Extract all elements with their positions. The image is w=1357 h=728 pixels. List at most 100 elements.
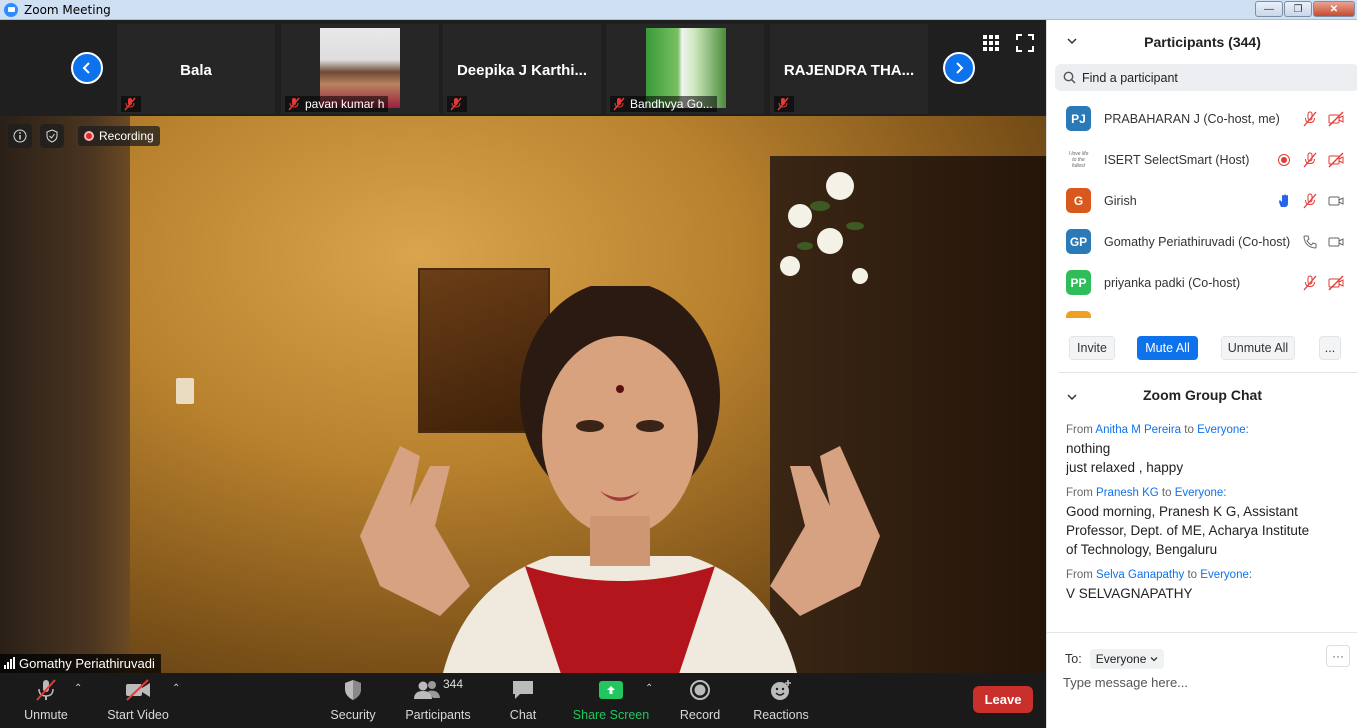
shield-check-icon bbox=[46, 129, 58, 143]
chat-message: From Pranesh KG to Everyone: Good mornin… bbox=[1066, 487, 1346, 559]
from-text: From bbox=[1066, 487, 1093, 499]
from-text: From bbox=[1066, 569, 1093, 581]
security-button[interactable]: Security bbox=[330, 677, 376, 722]
participant-row[interactable] bbox=[1047, 303, 1357, 318]
tile-name: Deepika J Karthi... bbox=[456, 62, 588, 79]
phone-icon bbox=[1303, 235, 1317, 249]
recipient-select[interactable]: Everyone bbox=[1089, 649, 1165, 669]
audio-options-caret-icon[interactable]: ⌃ bbox=[74, 683, 82, 694]
recording-icon bbox=[1278, 153, 1290, 166]
previous-page-button[interactable] bbox=[71, 52, 103, 84]
meeting-info-button[interactable] bbox=[8, 124, 32, 148]
participant-search-input[interactable] bbox=[1082, 70, 1322, 85]
recording-label: Recording bbox=[99, 129, 154, 143]
chat-button[interactable]: Chat bbox=[508, 677, 538, 722]
chat-bubble-icon bbox=[513, 681, 533, 699]
video-tile[interactable]: Deepika J Karthi... bbox=[443, 24, 601, 114]
video-tile[interactable]: Bala bbox=[117, 24, 275, 114]
participants-title: Participants (344) bbox=[1144, 34, 1261, 50]
message-line: of Technology, Bengaluru bbox=[1066, 542, 1218, 557]
mute-all-button[interactable]: Mute All bbox=[1137, 336, 1198, 360]
unmute-button[interactable]: Unmute bbox=[24, 677, 68, 722]
participant-name: priyanka padki (Co-host) bbox=[1104, 275, 1241, 290]
unmute-all-button[interactable]: Unmute All bbox=[1221, 336, 1295, 360]
speaker-person bbox=[360, 286, 880, 673]
participant-row[interactable]: PP priyanka padki (Co-host) bbox=[1047, 262, 1357, 303]
video-camera-icon bbox=[1328, 237, 1344, 246]
video-off-icon bbox=[1328, 152, 1344, 167]
tile-name: RAJENDRA THA... bbox=[783, 62, 915, 79]
avatar: PP bbox=[1066, 270, 1091, 295]
raised-hand-icon bbox=[1279, 194, 1288, 207]
unmute-label: Unmute bbox=[24, 708, 68, 722]
sender-name[interactable]: Anitha M Pereira bbox=[1095, 424, 1181, 436]
reactions-button[interactable]: Reactions bbox=[753, 677, 809, 722]
encryption-shield-button[interactable] bbox=[40, 124, 64, 148]
sender-name[interactable]: Selva Ganapathy bbox=[1096, 569, 1184, 581]
recipient-name[interactable]: Everyone bbox=[1197, 424, 1246, 436]
chat-more-button[interactable]: ··· bbox=[1326, 645, 1350, 667]
active-speaker-video: Recording Gomathy Periathiruvadi bbox=[0, 116, 1046, 673]
participant-status-icons bbox=[1276, 152, 1344, 168]
participant-search[interactable] bbox=[1055, 64, 1357, 91]
avatar-logo: I love life to the fullest bbox=[1066, 147, 1091, 172]
recipient-name[interactable]: Everyone bbox=[1200, 569, 1249, 581]
minimize-button[interactable]: — bbox=[1255, 1, 1283, 17]
video-options-caret-icon[interactable]: ⌃ bbox=[172, 683, 180, 694]
video-tile[interactable]: Bandhvya Go... bbox=[606, 24, 764, 114]
leave-button[interactable]: Leave bbox=[973, 686, 1033, 713]
from-text: From bbox=[1066, 424, 1093, 436]
record-button[interactable]: Record bbox=[680, 677, 720, 722]
invite-button[interactable]: Invite bbox=[1069, 336, 1115, 360]
participant-actions: Invite Mute All Unmute All ... bbox=[1047, 336, 1357, 360]
close-window-button[interactable]: ✕ bbox=[1313, 1, 1355, 17]
maximize-button[interactable]: ❐ bbox=[1284, 1, 1312, 17]
participants-button[interactable]: 344 Participants bbox=[405, 677, 470, 722]
mic-off-icon bbox=[777, 97, 789, 111]
video-overlay-controls: Recording bbox=[8, 124, 160, 148]
recipient-name[interactable]: Everyone bbox=[1175, 487, 1224, 499]
chat-message-input[interactable] bbox=[1063, 675, 1343, 690]
video-tile[interactable]: pavan kumar h bbox=[281, 24, 439, 114]
grid-view-icon[interactable] bbox=[982, 34, 1000, 52]
to-text: to bbox=[1161, 487, 1172, 499]
share-screen-label: Share Screen bbox=[572, 708, 650, 722]
participant-row[interactable]: GP Gomathy Periathiruvadi (Co-host) bbox=[1047, 221, 1357, 262]
participants-more-button[interactable]: ... bbox=[1319, 336, 1341, 360]
doorframe-background bbox=[0, 116, 130, 673]
reactions-label: Reactions bbox=[753, 708, 809, 722]
next-page-button[interactable] bbox=[943, 52, 975, 84]
start-video-button[interactable]: Start Video bbox=[107, 677, 169, 722]
zoom-app-icon bbox=[4, 2, 18, 17]
video-tile[interactable]: RAJENDRA THA... bbox=[770, 24, 928, 114]
fullscreen-icon[interactable] bbox=[1016, 34, 1034, 52]
start-video-label: Start Video bbox=[107, 708, 169, 722]
chat-message: From Selva Ganapathy to Everyone: V SELV… bbox=[1066, 569, 1346, 603]
tile-label bbox=[447, 96, 467, 112]
to-text: to bbox=[1187, 569, 1198, 581]
share-options-caret-icon[interactable]: ⌃ bbox=[645, 683, 653, 694]
participant-row[interactable]: PJ PRABAHARAN J (Co-host, me) bbox=[1047, 98, 1357, 139]
to-text: to bbox=[1184, 424, 1194, 436]
recording-indicator[interactable]: Recording bbox=[78, 126, 160, 146]
info-icon bbox=[13, 129, 27, 143]
sender-name[interactable]: Pranesh KG bbox=[1096, 487, 1159, 499]
signal-bars-icon bbox=[4, 657, 15, 669]
meeting-stage: Bala pavan kumar h Deepika J Karthi... B… bbox=[0, 20, 1046, 728]
tile-label-text: Bandhvya Go... bbox=[630, 97, 713, 111]
tile-name: Bala bbox=[180, 62, 212, 79]
tile-label: Bandhvya Go... bbox=[610, 96, 717, 112]
message-line: nothing bbox=[1066, 441, 1111, 456]
video-off-icon bbox=[1328, 275, 1344, 290]
mic-off-icon bbox=[124, 97, 136, 111]
record-icon bbox=[690, 680, 710, 700]
share-screen-button[interactable]: Share Screen bbox=[572, 677, 650, 722]
participant-row[interactable]: G Girish bbox=[1047, 180, 1357, 221]
message-meta: From Pranesh KG to Everyone: bbox=[1066, 487, 1227, 499]
mic-off-icon bbox=[36, 679, 56, 701]
participant-row[interactable]: I love life to the fullest ISERT SelectS… bbox=[1047, 139, 1357, 180]
side-panel: Participants (344) PJ PRABAHARAN J (Co-h… bbox=[1046, 20, 1357, 728]
mic-off-icon bbox=[1303, 193, 1317, 208]
meeting-toolbar: Unmute ⌃ Start Video ⌃ Security 344 Part… bbox=[0, 673, 1046, 728]
message-line: V SELVAGNAPATHY bbox=[1066, 586, 1193, 601]
